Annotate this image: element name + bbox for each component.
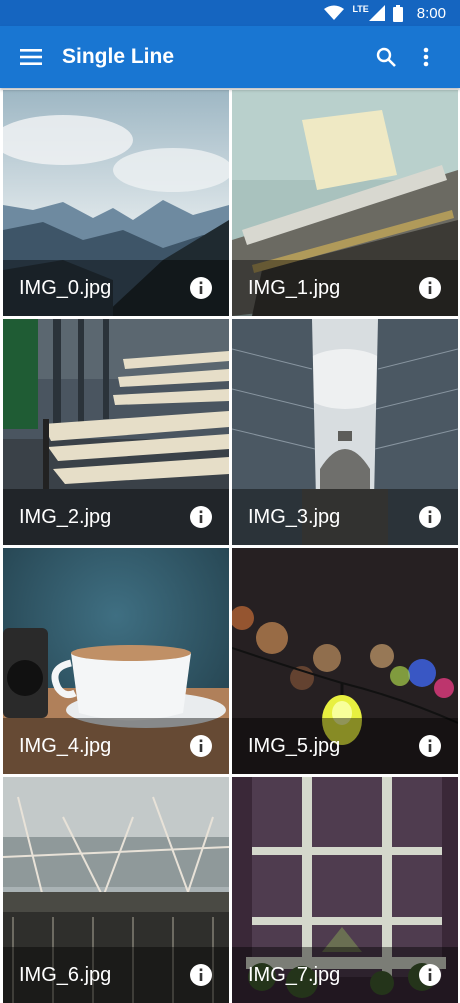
wifi-icon xyxy=(324,5,345,20)
info-icon[interactable] xyxy=(418,276,442,300)
image-name: IMG_0.jpg xyxy=(19,276,112,299)
status-bar: LTE 8:00 xyxy=(0,0,460,26)
signal-icon xyxy=(368,5,385,21)
image-tile[interactable]: IMG_5.jpg xyxy=(232,548,458,774)
page-title: Single Line xyxy=(62,45,175,68)
info-icon[interactable] xyxy=(189,734,213,758)
image-name: IMG_1.jpg xyxy=(248,276,341,299)
info-icon[interactable] xyxy=(418,734,442,758)
info-icon[interactable] xyxy=(189,276,213,300)
image-tile[interactable]: IMG_2.jpg xyxy=(3,319,229,545)
image-tile[interactable]: IMG_7.jpg xyxy=(232,777,458,1003)
image-caption: IMG_6.jpg xyxy=(3,947,229,1003)
image-tile[interactable]: IMG_6.jpg xyxy=(3,777,229,1003)
info-icon[interactable] xyxy=(418,963,442,987)
app-bar: Single Line xyxy=(0,26,460,88)
image-caption: IMG_4.jpg xyxy=(3,718,229,774)
image-name: IMG_7.jpg xyxy=(248,963,341,986)
more-vert-icon[interactable] xyxy=(406,37,446,77)
image-caption: IMG_0.jpg xyxy=(3,260,229,316)
image-tile[interactable]: IMG_4.jpg xyxy=(3,548,229,774)
info-icon[interactable] xyxy=(418,505,442,529)
image-tile[interactable]: IMG_3.jpg xyxy=(232,319,458,545)
image-tile[interactable]: IMG_1.jpg xyxy=(232,90,458,316)
image-caption: IMG_1.jpg xyxy=(232,260,458,316)
search-icon[interactable] xyxy=(366,37,406,77)
image-caption: IMG_7.jpg xyxy=(232,947,458,1003)
image-name: IMG_2.jpg xyxy=(19,505,112,528)
image-grid: IMG_0.jpg IMG_1.jpg IMG_2.jpg IMG_3.jpg … xyxy=(0,88,460,1003)
image-name: IMG_5.jpg xyxy=(248,734,341,757)
battery-icon xyxy=(392,4,403,22)
status-time: 8:00 xyxy=(416,4,446,22)
image-name: IMG_4.jpg xyxy=(19,734,112,757)
image-tile[interactable]: IMG_0.jpg xyxy=(3,90,229,316)
hamburger-menu-icon[interactable] xyxy=(16,42,46,72)
network-type: LTE xyxy=(352,4,369,14)
image-caption: IMG_2.jpg xyxy=(3,489,229,545)
info-icon[interactable] xyxy=(189,963,213,987)
image-name: IMG_3.jpg xyxy=(248,505,341,528)
image-caption: IMG_3.jpg xyxy=(232,489,458,545)
image-caption: IMG_5.jpg xyxy=(232,718,458,774)
info-icon[interactable] xyxy=(189,505,213,529)
image-name: IMG_6.jpg xyxy=(19,963,112,986)
